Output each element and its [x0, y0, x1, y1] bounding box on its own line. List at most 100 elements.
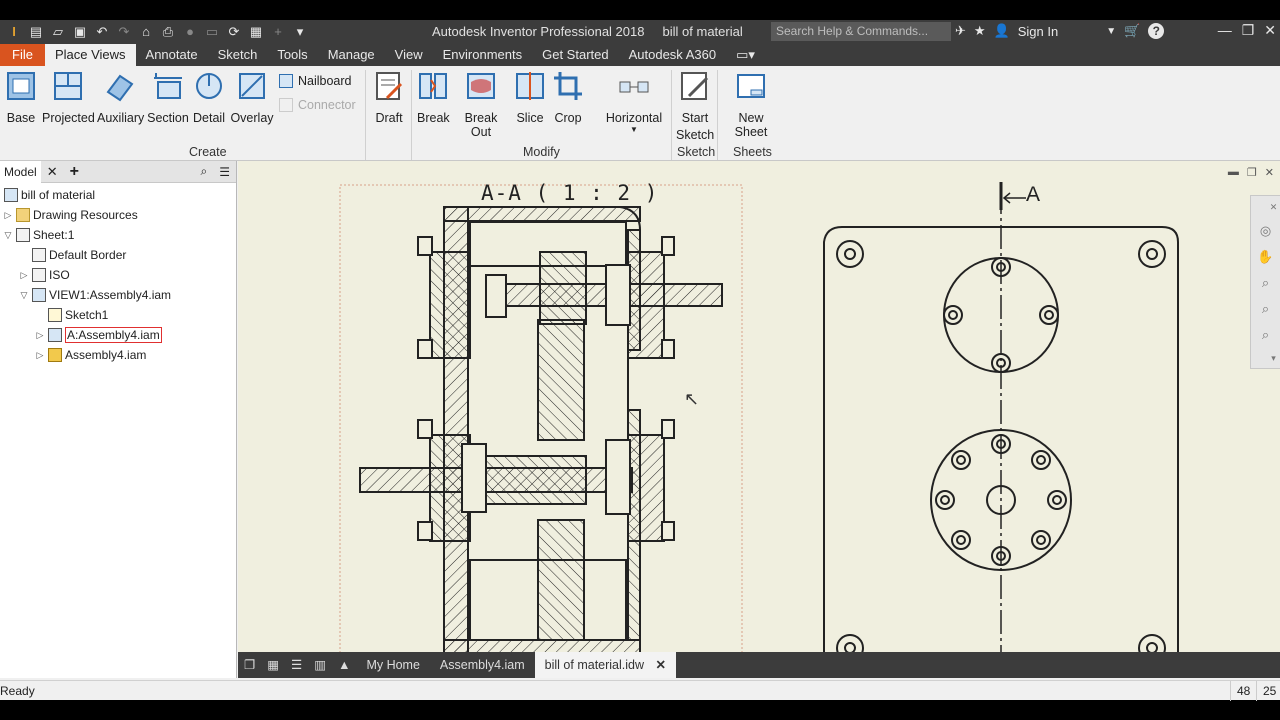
- overlay-view-button[interactable]: Overlay: [230, 70, 274, 125]
- zoom-window-icon[interactable]: ⌕: [1262, 301, 1269, 317]
- new-sheet-button[interactable]: New Sheet: [721, 70, 781, 139]
- tab-sketch[interactable]: Sketch: [208, 44, 268, 66]
- tab-get-started[interactable]: Get Started: [532, 44, 618, 66]
- tab-manage[interactable]: Manage: [318, 44, 385, 66]
- horizontal-dropdown-icon[interactable]: ▼: [603, 125, 665, 134]
- close-tab-icon[interactable]: ✕: [656, 658, 666, 672]
- detail-view-button[interactable]: Detail: [192, 70, 226, 125]
- user-icon[interactable]: 👤: [994, 23, 1010, 39]
- measure-icon[interactable]: ▭: [202, 23, 222, 41]
- tree-item-section-view-a[interactable]: ▷ A:Assembly4.iam: [34, 325, 162, 345]
- update-icon[interactable]: ⟳: [224, 23, 244, 41]
- nailboard-button[interactable]: Nailboard: [279, 74, 352, 88]
- redo-icon[interactable]: ↷: [114, 23, 134, 41]
- favorites-star-icon[interactable]: ★: [974, 23, 986, 39]
- auxiliary-view-button[interactable]: Auxiliary: [97, 70, 144, 125]
- tab-autodesk-a360[interactable]: Autodesk A360: [619, 44, 726, 66]
- nav-close-icon[interactable]: ✕: [1270, 202, 1278, 213]
- tree-item-drawing-resources[interactable]: ▷ Drawing Resources: [2, 205, 138, 225]
- print-icon[interactable]: ⎙: [158, 23, 178, 41]
- restore-icon[interactable]: ❐: [1242, 22, 1255, 39]
- tab-my-home[interactable]: My Home: [356, 652, 429, 678]
- tree-item-assembly4[interactable]: ▷ Assembly4.iam: [34, 345, 146, 365]
- customize-icon[interactable]: ▾: [290, 23, 310, 41]
- tree-item-sketch1[interactable]: Sketch1: [34, 305, 108, 325]
- crop-button[interactable]: Crop: [551, 70, 585, 125]
- minimize-icon[interactable]: —: [1218, 22, 1232, 39]
- draft-view-button[interactable]: Draft: [372, 70, 406, 125]
- tab-view[interactable]: View: [385, 44, 433, 66]
- cascade-windows-icon[interactable]: ❐: [238, 652, 261, 678]
- tab-model[interactable]: Model: [0, 160, 41, 183]
- section-view-a-a[interactable]: [359, 206, 723, 652]
- nav-settings-icon[interactable]: ▾: [1271, 353, 1276, 364]
- save-icon[interactable]: ▣: [70, 23, 90, 41]
- help-icon[interactable]: ?: [1148, 23, 1165, 39]
- cart-icon[interactable]: 🛒: [1124, 23, 1140, 39]
- select-icon[interactable]: ▦: [246, 23, 266, 41]
- close-view-icon[interactable]: ✕: [1265, 166, 1274, 179]
- help-search-input[interactable]: Search Help & Commands...: [771, 22, 951, 41]
- tab-list-icon[interactable]: ▲: [332, 652, 356, 678]
- communication-icon[interactable]: ✈: [955, 23, 966, 39]
- tab-place-views[interactable]: Place Views: [44, 44, 136, 66]
- tree-item-document[interactable]: bill of material: [2, 185, 95, 205]
- close-browser-icon[interactable]: ✕: [41, 164, 64, 180]
- status-count-1: 48: [1230, 681, 1250, 701]
- tab-bill-of-material[interactable]: bill of material.idw ✕: [534, 652, 676, 678]
- zoom-all-icon[interactable]: ⌕: [1262, 327, 1269, 343]
- color-icon[interactable]: ●: [180, 23, 200, 41]
- undo-icon[interactable]: ↶: [92, 23, 112, 41]
- collapse-icon[interactable]: ▽: [2, 225, 14, 245]
- tab-file[interactable]: File: [0, 44, 45, 66]
- inventor-logo-icon[interactable]: I: [4, 23, 24, 41]
- section-view-button[interactable]: Section: [147, 70, 189, 125]
- browser-menu-icon[interactable]: ☰: [213, 165, 236, 179]
- pan-icon[interactable]: ✋: [1257, 249, 1273, 265]
- add-browser-tab-icon[interactable]: +: [64, 163, 85, 181]
- sign-in-link[interactable]: Sign In: [1018, 24, 1058, 39]
- steering-wheel-icon[interactable]: ◎: [1260, 223, 1271, 239]
- break-out-button[interactable]: Break Out: [454, 70, 508, 139]
- tree-item-default-border[interactable]: Default Border: [18, 245, 126, 265]
- tree-item-sheet-1[interactable]: ▽ Sheet:1: [2, 225, 74, 245]
- new-file-icon[interactable]: ▤: [26, 23, 46, 41]
- collapse-icon[interactable]: ▽: [18, 285, 30, 305]
- sign-in-dropdown-icon[interactable]: ▼: [1106, 26, 1116, 37]
- tile-horizontal-icon[interactable]: ☰: [285, 652, 308, 678]
- home-icon[interactable]: ⌂: [136, 23, 156, 41]
- tab-environments[interactable]: Environments: [433, 44, 532, 66]
- connector-button[interactable]: Connector: [279, 98, 356, 112]
- open-file-icon[interactable]: ▱: [48, 23, 68, 41]
- minimize-view-icon[interactable]: ▬: [1228, 166, 1239, 179]
- tile-vertical-icon[interactable]: ▥: [308, 652, 332, 678]
- tab-annotate[interactable]: Annotate: [136, 44, 208, 66]
- base-view-button[interactable]: Base: [4, 70, 38, 125]
- ribbon-separator: [411, 70, 412, 160]
- zoom-icon[interactable]: ⌕: [1262, 275, 1269, 291]
- tree-item-iso[interactable]: ▷ ISO: [18, 265, 70, 285]
- assembly-icon: [48, 348, 62, 362]
- expand-icon[interactable]: ▷: [34, 345, 46, 365]
- horizontal-align-button[interactable]: Horizontal ▼: [603, 70, 665, 134]
- expand-icon[interactable]: ▷: [2, 205, 14, 225]
- drawing-canvas[interactable]: A-A ( 1 : 2 ) A ↖ ▬ ❐ ✕ ✕ ◎ ✋ ⌕ ⌕ ⌕ ▾: [238, 161, 1280, 652]
- restore-view-icon[interactable]: ❐: [1247, 166, 1257, 179]
- tab-tools[interactable]: Tools: [267, 44, 317, 66]
- tree-item-view1[interactable]: ▽ VIEW1:Assembly4.iam: [18, 285, 171, 305]
- tab-assembly4[interactable]: Assembly4.iam: [430, 652, 535, 678]
- slice-button[interactable]: Slice: [513, 70, 547, 125]
- side-view[interactable]: [823, 182, 1179, 652]
- ribbon-separator: [717, 70, 718, 160]
- browser-search-icon[interactable]: ⌕: [195, 164, 214, 179]
- tile-windows-icon[interactable]: ▦: [261, 652, 285, 678]
- auxiliary-view-icon: [106, 74, 134, 102]
- start-sketch-button[interactable]: Start Sketch: [676, 70, 714, 142]
- break-button[interactable]: Break: [417, 70, 450, 125]
- projected-view-button[interactable]: Projected: [42, 70, 95, 125]
- expand-icon[interactable]: ▷: [18, 265, 30, 285]
- expand-icon[interactable]: ▷: [34, 325, 46, 345]
- close-window-icon[interactable]: ✕: [1264, 22, 1276, 39]
- plus-icon[interactable]: +: [268, 23, 288, 41]
- ribbon-options-icon[interactable]: ▭▾: [726, 44, 765, 66]
